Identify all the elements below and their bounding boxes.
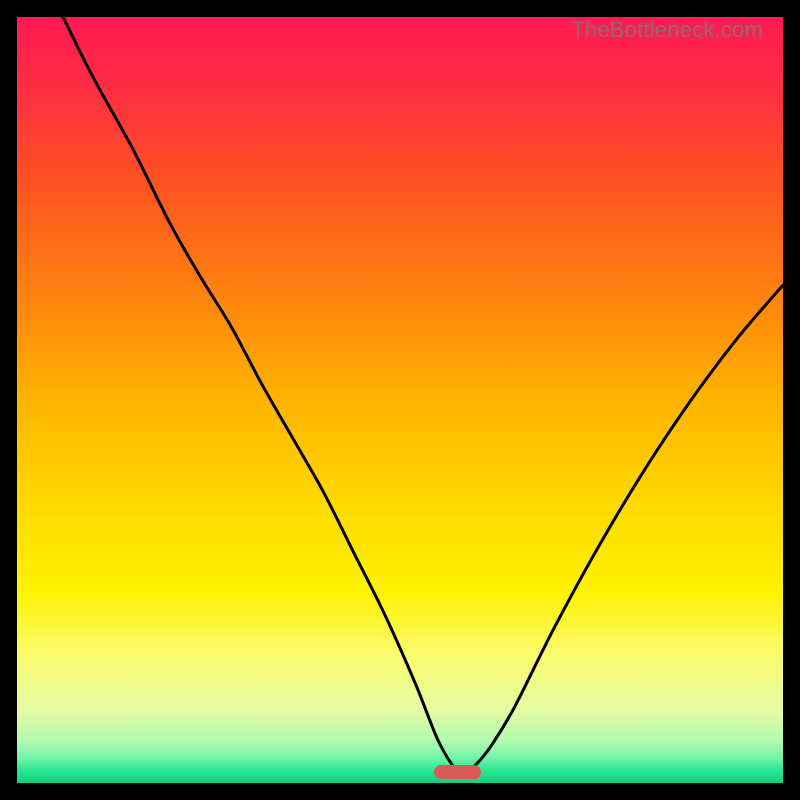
watermark-text: TheBottleneck.com — [571, 17, 763, 43]
chart-frame: TheBottleneck.com — [0, 0, 800, 800]
optimum-marker — [434, 765, 481, 779]
plot-area: TheBottleneck.com — [17, 17, 783, 783]
bottleneck-curve — [17, 17, 783, 783]
